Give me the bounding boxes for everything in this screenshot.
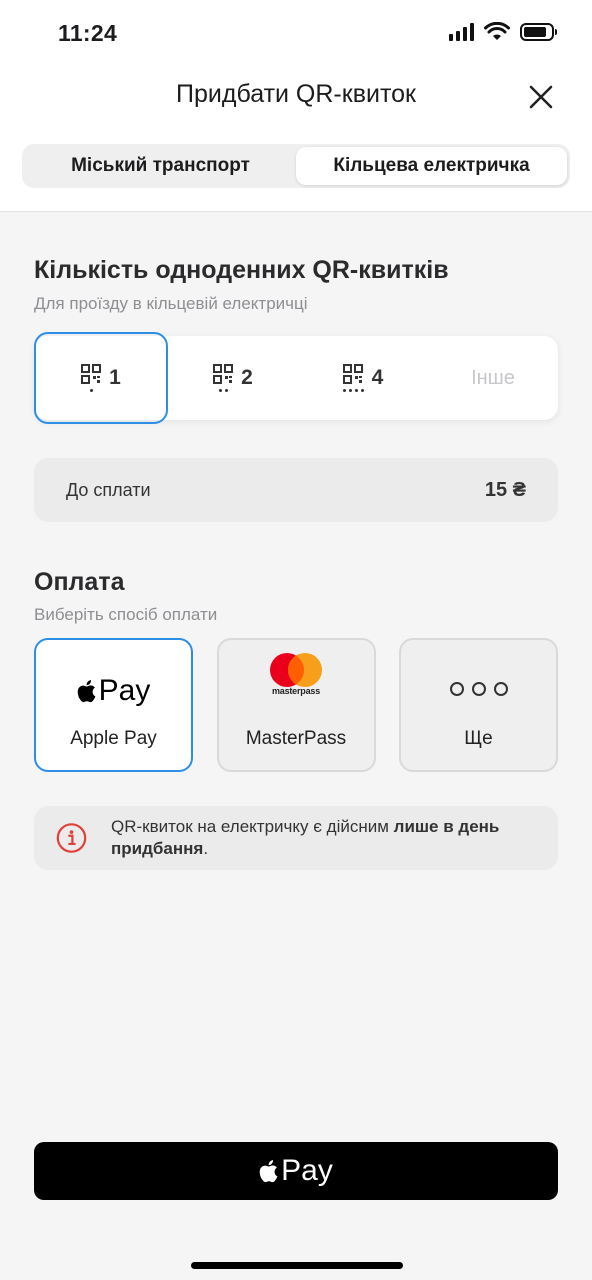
- payment-method-label: Ще: [464, 728, 493, 749]
- payment-title: Оплата: [34, 568, 125, 596]
- payment-subtitle: Виберіть спосіб оплати: [34, 605, 218, 624]
- ticket-type-tabs: Міський транспорт Кільцева електричка: [22, 144, 570, 188]
- qr-icon: [213, 364, 234, 392]
- status-time: 11:24: [58, 20, 118, 46]
- info-text: QR-квиток на електричку є дійсним лише в…: [111, 817, 500, 858]
- amount-due-value: 15 ₴: [484, 478, 526, 501]
- apple-logo-icon: [77, 680, 96, 703]
- wifi-icon: [484, 22, 510, 40]
- apple-logo-icon: [259, 1160, 278, 1183]
- quantity-label: 4: [371, 366, 384, 389]
- info-icon: [56, 823, 87, 853]
- masterpass-icon: masterpass: [267, 640, 325, 712]
- apple-pay-button[interactable]: Pay: [34, 1142, 558, 1200]
- quantity-option-4[interactable]: 4: [298, 336, 428, 420]
- top-panel: 11:24 Придбати QR-квиток Міський транспо…: [0, 0, 592, 212]
- payment-method-masterpass[interactable]: masterpass MasterPass: [216, 638, 376, 772]
- qr-icon: [81, 364, 102, 392]
- apple-pay-logo-text: Pay: [98, 674, 151, 707]
- payment-methods: Pay Apple Pay masterpass MasterPass Ще: [34, 638, 558, 772]
- payment-method-label: MasterPass: [245, 728, 347, 749]
- battery-icon: [520, 23, 557, 41]
- page-title: Придбати QR-квиток: [176, 80, 416, 108]
- close-icon: [529, 85, 553, 109]
- amount-due-row: До сплати 15 ₴: [34, 458, 558, 522]
- apple-pay-button-label: Pay: [281, 1154, 333, 1187]
- quantity-subtitle: Для проїзду в кільцевій електричці: [34, 294, 308, 313]
- quantity-label: Інше: [471, 366, 515, 389]
- payment-method-label: Apple Pay: [70, 728, 157, 749]
- home-indicator[interactable]: [191, 1262, 403, 1269]
- mastercard-circles-icon: [270, 653, 322, 687]
- quantity-label: 1: [109, 366, 121, 389]
- quantity-label: 2: [241, 366, 253, 389]
- apple-pay-icon: Pay: [77, 640, 151, 712]
- amount-due-label: До сплати: [66, 479, 151, 500]
- quantity-option-other[interactable]: Інше: [428, 336, 558, 420]
- tab-city-transport[interactable]: Міський транспорт: [25, 147, 296, 185]
- signal-icon: [449, 23, 474, 41]
- masterpass-logo-text: masterpass: [271, 686, 321, 696]
- quantity-option-2[interactable]: 2: [168, 336, 298, 420]
- qr-icon: [342, 364, 364, 392]
- status-icons: [449, 22, 557, 42]
- quantity-option-1[interactable]: 1: [34, 332, 168, 424]
- payment-method-more[interactable]: Ще: [399, 638, 558, 772]
- quantity-title: Кількість одноденних QR-квитків: [34, 256, 449, 284]
- payment-method-apple-pay[interactable]: Pay Apple Pay: [34, 638, 193, 772]
- tab-ring-train[interactable]: Кільцева електричка: [296, 147, 567, 185]
- close-button[interactable]: [522, 78, 560, 116]
- info-notice: QR-квиток на електричку є дійсним лише в…: [34, 806, 558, 870]
- quantity-selector: 1 2 4 Інше: [34, 332, 558, 424]
- more-icon: [449, 640, 508, 712]
